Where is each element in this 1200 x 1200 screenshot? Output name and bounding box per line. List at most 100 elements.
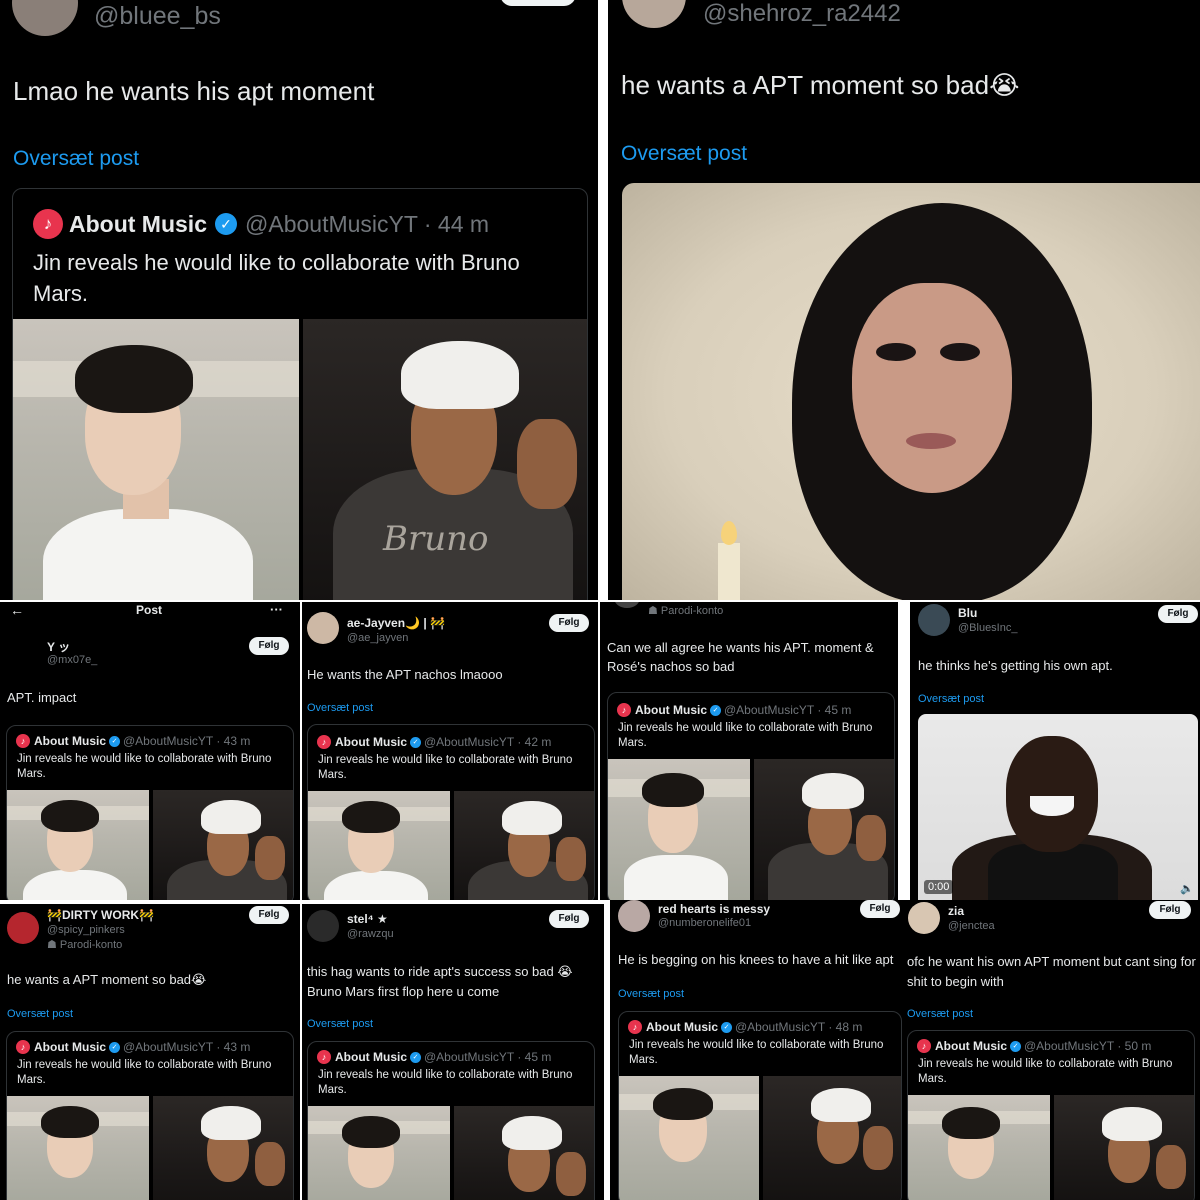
bruno-photo[interactable]: Bruno: [303, 319, 587, 600]
follow-button[interactable]: Følg: [549, 614, 589, 632]
bruno-photo[interactable]: [153, 790, 293, 900]
author-handle[interactable]: @bluee_bs: [94, 2, 221, 31]
jin-photo[interactable]: [608, 759, 750, 900]
follow-button[interactable]: Følg: [860, 900, 900, 918]
quote-author-name[interactable]: About Music: [69, 211, 207, 238]
post-panel-bluee: @bluee_bs Lmao he wants his apt moment O…: [0, 0, 598, 600]
follow-button[interactable]: Følg: [549, 910, 589, 928]
author-handle[interactable]: @mx07e_: [47, 654, 97, 666]
quote-media[interactable]: Bruno: [13, 319, 587, 600]
post-panel-dirtywork: 🚧DIRTY WORK🚧 @spicy_pinkers ☗ Parodi-kon…: [0, 904, 300, 1200]
translate-link[interactable]: Oversæt post: [907, 1008, 973, 1020]
bruno-photo[interactable]: [153, 1096, 293, 1200]
jin-photo[interactable]: [7, 790, 149, 900]
translate-link[interactable]: Oversæt post: [307, 702, 373, 714]
author-handle[interactable]: @spicy_pinkers: [47, 924, 125, 936]
volume-icon[interactable]: 🔈: [1180, 882, 1194, 895]
post-text: He wants the APT nachos lmaooo: [307, 667, 503, 682]
author-handle[interactable]: @rawzqu: [347, 928, 394, 940]
jin-photo[interactable]: [308, 791, 450, 900]
translate-link[interactable]: Oversæt post: [918, 693, 984, 705]
author-handle[interactable]: @numberonelife01: [658, 917, 751, 929]
quote-handle-time[interactable]: @AboutMusicYT · 48 m: [735, 1020, 862, 1034]
author-handle[interactable]: @shehroz_ra2442: [703, 0, 901, 28]
avatar[interactable]: [618, 900, 650, 932]
quote-media[interactable]: [308, 791, 594, 900]
bruno-photo[interactable]: [763, 1076, 901, 1200]
back-arrow-icon[interactable]: ←: [10, 602, 24, 618]
quote-handle-time[interactable]: @AboutMusicYT · 45 m: [724, 703, 851, 717]
follow-button[interactable]: Følg: [1149, 901, 1191, 919]
jin-photo[interactable]: [619, 1076, 759, 1200]
follow-button[interactable]: Følg: [249, 906, 289, 924]
quote-handle-time[interactable]: @AboutMusicYT · 50 m: [1024, 1039, 1151, 1053]
quoted-post[interactable]: ♪ About Music ✓ @AboutMusicYT · 45 m Jin…: [607, 692, 895, 900]
parody-label: ☗ Parodi-konto: [47, 939, 123, 951]
quote-author-name[interactable]: About Music: [34, 1040, 106, 1054]
quote-media[interactable]: [308, 1106, 594, 1200]
bruno-photo[interactable]: [454, 1106, 594, 1200]
avatar[interactable]: [614, 602, 640, 608]
quote-media[interactable]: [619, 1076, 901, 1200]
quote-author-name[interactable]: About Music: [34, 734, 106, 748]
quote-handle-time[interactable]: @AboutMusicYT · 43 m: [123, 1040, 250, 1054]
author-name[interactable]: 🚧DIRTY WORK🚧: [47, 908, 154, 922]
video-woman[interactable]: [622, 183, 1200, 600]
more-button[interactable]: [500, 0, 576, 6]
author-handle[interactable]: @ae_jayven: [347, 632, 408, 644]
jin-photo[interactable]: [13, 319, 299, 600]
quote-media[interactable]: [908, 1095, 1194, 1200]
quote-handle-time[interactable]: @AboutMusicYT · 45 m: [424, 1050, 551, 1064]
author-name[interactable]: zia: [948, 904, 964, 918]
author-name[interactable]: Y ッ: [47, 638, 70, 655]
bruno-photo[interactable]: [1054, 1095, 1194, 1200]
jin-photo[interactable]: [7, 1096, 149, 1200]
translate-link[interactable]: Oversæt post: [621, 142, 747, 166]
follow-button[interactable]: Følg: [249, 637, 289, 655]
translate-link[interactable]: Oversæt post: [7, 1008, 73, 1020]
bruno-photo[interactable]: [454, 791, 594, 900]
quote-author-name[interactable]: About Music: [935, 1039, 1007, 1053]
author-handle[interactable]: @BluesInc_: [958, 622, 1017, 634]
quote-author-name[interactable]: About Music: [635, 703, 707, 717]
jin-photo[interactable]: [308, 1106, 450, 1200]
author-name[interactable]: ae-Jayven🌙 | 🚧: [347, 616, 445, 630]
quoted-post[interactable]: ♪ About Music ✓ @AboutMusicYT · 42 m Jin…: [307, 724, 595, 900]
avatar[interactable]: [6, 637, 36, 667]
quoted-post[interactable]: ♪ About Music ✓ @AboutMusicYT · 43 m Jin…: [6, 1031, 294, 1200]
quote-author-name[interactable]: About Music: [335, 735, 407, 749]
quoted-post[interactable]: ♪ About Music ✓ @AboutMusicYT · 44 m Jin…: [12, 188, 588, 600]
quoted-post[interactable]: ♪ About Music ✓ @AboutMusicYT · 43 m Jin…: [6, 725, 294, 900]
avatar[interactable]: [12, 0, 78, 36]
video-man[interactable]: 0:00 🔈: [918, 714, 1198, 900]
author-name[interactable]: Blu: [958, 606, 977, 620]
quote-media[interactable]: [608, 759, 894, 900]
follow-button[interactable]: Følg: [1158, 605, 1198, 623]
quoted-post[interactable]: ♪ About Music ✓ @AboutMusicYT · 50 m Jin…: [907, 1030, 1195, 1200]
avatar[interactable]: [307, 910, 339, 942]
quote-author-name[interactable]: About Music: [646, 1020, 718, 1034]
quote-media[interactable]: [7, 1096, 293, 1200]
avatar[interactable]: [622, 0, 686, 28]
author-handle[interactable]: @jenctea: [948, 920, 995, 932]
author-name[interactable]: red hearts is messy: [658, 902, 770, 916]
translate-link[interactable]: Oversæt post: [307, 1018, 373, 1030]
avatar[interactable]: [918, 604, 950, 636]
translate-link[interactable]: Oversæt post: [618, 988, 684, 1000]
bruno-photo[interactable]: [754, 759, 894, 900]
author-name[interactable]: stel⁴ ★: [347, 912, 388, 926]
jin-photo[interactable]: [908, 1095, 1050, 1200]
more-icon[interactable]: ···: [270, 602, 283, 617]
quoted-post[interactable]: ♪ About Music ✓ @AboutMusicYT · 48 m Jin…: [618, 1011, 902, 1200]
quote-media[interactable]: [7, 790, 293, 900]
quote-header: ♪ About Music ✓ @AboutMusicYT · 45 m: [317, 1050, 551, 1064]
avatar[interactable]: [7, 912, 39, 944]
quote-handle-time[interactable]: @AboutMusicYT · 42 m: [424, 735, 551, 749]
quote-author-name[interactable]: About Music: [335, 1050, 407, 1064]
quoted-post[interactable]: ♪ About Music ✓ @AboutMusicYT · 45 m Jin…: [307, 1041, 595, 1200]
avatar[interactable]: [908, 902, 940, 934]
quote-handle-time[interactable]: @AboutMusicYT · 44 m: [245, 211, 489, 238]
avatar[interactable]: [307, 612, 339, 644]
translate-link[interactable]: Oversæt post: [13, 147, 139, 171]
quote-handle-time[interactable]: @AboutMusicYT · 43 m: [123, 734, 250, 748]
